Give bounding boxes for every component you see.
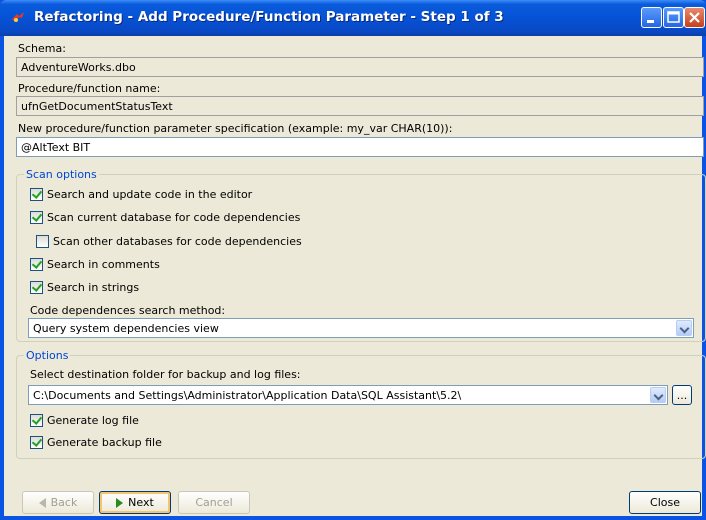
destination-folder-select[interactable]: C:\Documents and Settings\Administrator\… [28,385,668,405]
arrow-right-icon [116,497,124,508]
scan-other-dbs-checkbox[interactable]: Scan other databases for code dependenci… [36,235,302,248]
checkbox-checked-icon [30,281,43,294]
back-button-label: Back [50,496,78,509]
scan-options-title: Scan options [24,168,99,181]
checkbox-label: Search and update code in the editor [47,188,253,201]
minimize-icon [647,20,654,23]
chevron-down-icon[interactable] [650,387,666,403]
generate-backup-checkbox[interactable]: Generate backup file [30,436,162,449]
search-update-editor-checkbox[interactable]: Search and update code in the editor [30,188,252,201]
schema-field: AdventureWorks.dbo [16,57,704,77]
procedure-name-field: ufnGetDocumentStatusText [16,96,704,116]
close-button[interactable]: Close [629,491,701,514]
checkbox-label: Generate log file [47,414,139,427]
scan-current-db-checkbox[interactable]: Scan current database for code dependenc… [30,211,300,224]
schema-label: Schema: [18,42,66,55]
search-method-value: Query system dependencies view [33,322,219,335]
search-comments-checkbox[interactable]: Search in comments [30,258,160,271]
close-icon [689,12,700,23]
app-icon [12,12,24,22]
close-window-button[interactable] [684,7,705,28]
browse-folder-button[interactable]: ... [672,385,692,405]
parameter-spec-label: New procedure/function parameter specifi… [18,122,453,135]
search-method-select[interactable]: Query system dependencies view [28,318,694,338]
checkbox-label: Scan current database for code dependenc… [47,211,301,224]
cancel-button[interactable]: Cancel [178,491,250,514]
checkbox-label: Scan other databases for code dependenci… [53,235,302,248]
maximize-button[interactable] [663,7,684,28]
destination-folder-label: Select destination folder for backup and… [30,368,301,381]
arrow-left-icon [38,497,46,508]
checkbox-unchecked-icon [36,235,49,248]
checkbox-checked-icon [30,436,43,449]
maximize-icon [667,11,680,23]
minimize-button[interactable] [641,7,662,28]
chevron-down-icon[interactable] [676,320,692,336]
generate-log-checkbox[interactable]: Generate log file [30,414,139,427]
checkbox-checked-icon [30,188,43,201]
checkbox-label: Search in strings [47,281,140,294]
checkbox-label: Generate backup file [47,436,162,449]
search-strings-checkbox[interactable]: Search in strings [30,281,139,294]
checkbox-checked-icon [30,211,43,224]
next-button-label: Next [128,496,154,509]
checkbox-checked-icon [30,414,43,427]
next-button[interactable]: Next [99,491,171,514]
back-button[interactable]: Back [22,491,94,514]
window-title: Refactoring - Add Procedure/Function Par… [34,9,504,25]
procedure-name-label: Procedure/function name: [18,82,161,95]
checkbox-checked-icon [30,258,43,271]
search-method-label: Code dependences search method: [30,304,226,317]
destination-folder-value: C:\Documents and Settings\Administrator\… [33,389,462,402]
options-title: Options [24,349,71,362]
parameter-spec-input[interactable]: @AltText BIT [16,137,704,157]
checkbox-label: Search in comments [47,258,160,271]
title-bar[interactable]: Refactoring - Add Procedure/Function Par… [0,0,706,36]
dialog-window: Refactoring - Add Procedure/Function Par… [0,0,706,520]
